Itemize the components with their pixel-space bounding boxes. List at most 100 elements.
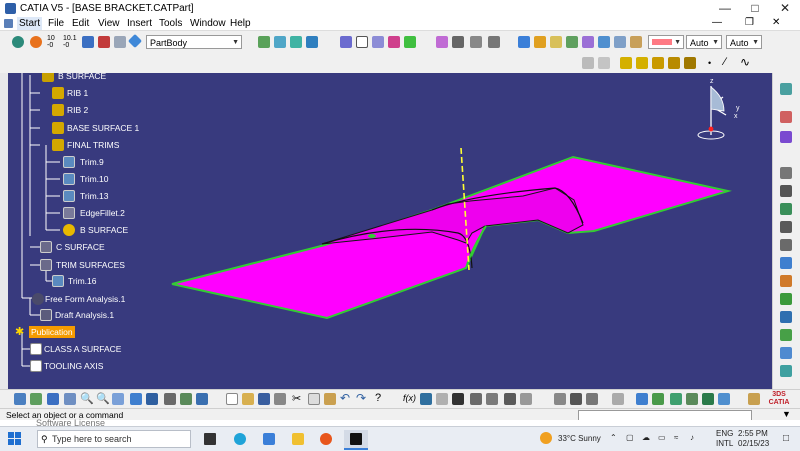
- paste-icon[interactable]: [324, 393, 336, 405]
- tree-item-final-trims[interactable]: FINAL TRIMS: [67, 140, 119, 150]
- wifi-icon[interactable]: ≈: [674, 433, 678, 442]
- draft-tool-icon[interactable]: [780, 329, 792, 341]
- menu-start[interactable]: Start: [17, 17, 43, 30]
- point-marker-icon[interactable]: •: [708, 58, 711, 68]
- wireframe-icon[interactable]: [12, 36, 24, 48]
- scan-icon[interactable]: [554, 393, 566, 405]
- maximize-button[interactable]: □: [740, 0, 770, 17]
- help-icon[interactable]: ?: [375, 392, 381, 404]
- render-style-icon[interactable]: [630, 36, 642, 48]
- compass-widget[interactable]: [690, 73, 750, 143]
- catia-taskbar-button[interactable]: [344, 430, 368, 450]
- apply-material-icon[interactable]: [98, 36, 110, 48]
- body-selector[interactable]: PartBody ▼: [146, 35, 242, 49]
- color-selector[interactable]: ▼: [648, 35, 684, 49]
- tree-item-trim-13[interactable]: Trim.13: [80, 191, 109, 201]
- knowledge-advisor-icon[interactable]: [686, 393, 698, 405]
- tree-item-trim-9[interactable]: Trim.9: [80, 157, 104, 167]
- curve-icon[interactable]: ∿: [740, 55, 750, 69]
- rotate-icon[interactable]: [64, 393, 76, 405]
- formula-icon[interactable]: [652, 57, 664, 69]
- volume-icon[interactable]: ♪: [690, 433, 694, 442]
- firefox-icon[interactable]: [320, 433, 332, 445]
- rule-icon[interactable]: [668, 57, 680, 69]
- menu-window[interactable]: Window: [188, 17, 228, 30]
- tree-item-b-surface[interactable]: B SURFACE: [58, 73, 106, 81]
- menu-insert[interactable]: Insert: [125, 17, 154, 30]
- sketch-icon[interactable]: [780, 111, 792, 123]
- tag-icon[interactable]: [114, 36, 126, 48]
- command-dropdown-icon[interactable]: ▼: [782, 409, 791, 419]
- blend-icon[interactable]: [780, 347, 792, 359]
- view-mode-icon[interactable]: [146, 393, 158, 405]
- formula-fx-icon[interactable]: f(x): [403, 393, 416, 403]
- hide-icon[interactable]: [164, 393, 176, 405]
- reactions-icon[interactable]: [702, 393, 714, 405]
- instantiate-icon[interactable]: [636, 393, 648, 405]
- measure-item-icon[interactable]: [520, 393, 532, 405]
- redo-icon[interactable]: ↷: [356, 391, 366, 405]
- copy-icon[interactable]: [780, 239, 792, 251]
- previous-icon[interactable]: [586, 393, 598, 405]
- tree-item-free-form-analysis-1[interactable]: Free Form Analysis.1: [45, 294, 125, 304]
- doc-restore-button[interactable]: ❐: [745, 17, 754, 28]
- edge-browser-icon[interactable]: [234, 433, 246, 445]
- law-icon[interactable]: [436, 393, 448, 405]
- notification-icon[interactable]: □: [783, 433, 789, 444]
- top-view-icon[interactable]: [550, 36, 562, 48]
- shape-icon[interactable]: [780, 131, 792, 143]
- sweep-icon[interactable]: [290, 36, 302, 48]
- measure-icon[interactable]: [82, 36, 94, 48]
- tree-item-draft-analysis-1[interactable]: Draft Analysis.1: [55, 310, 114, 320]
- trim-icon[interactable]: [470, 36, 482, 48]
- intersect-icon[interactable]: [404, 36, 416, 48]
- menu-help[interactable]: Help: [228, 17, 253, 30]
- workbench-icon[interactable]: [780, 83, 792, 95]
- check-icon[interactable]: [780, 221, 792, 233]
- split-icon[interactable]: [452, 36, 464, 48]
- tolerance-icon[interactable]: 10 -0: [47, 35, 55, 49]
- macro-icon[interactable]: [718, 393, 730, 405]
- tray-chevron-icon[interactable]: ⌃: [610, 433, 617, 442]
- tolerance-alt-icon[interactable]: 10.1 -0: [63, 35, 77, 49]
- offset-icon[interactable]: [274, 36, 286, 48]
- isometric-view-icon[interactable]: [518, 36, 530, 48]
- clock-time[interactable]: 2:55 PM: [738, 429, 768, 438]
- curvature-icon[interactable]: [780, 293, 792, 305]
- fillet-tool-icon[interactable]: [780, 365, 792, 377]
- clock-date[interactable]: 02/15/23: [738, 439, 769, 448]
- open-icon[interactable]: [242, 393, 254, 405]
- visible-space-icon[interactable]: [196, 393, 208, 405]
- extrude-icon[interactable]: [258, 36, 270, 48]
- tree-item-tooling-axis[interactable]: TOOLING AXIS: [44, 361, 103, 371]
- tree-item-trim-10[interactable]: Trim.10: [80, 174, 109, 184]
- store-icon[interactable]: [263, 433, 275, 445]
- tree-item-rib-1[interactable]: RIB 1: [67, 88, 88, 98]
- tree-item-class-a-surface[interactable]: CLASS A SURFACE: [44, 344, 121, 354]
- edges-icon[interactable]: [582, 36, 594, 48]
- swap-space-icon[interactable]: [614, 36, 626, 48]
- measure-between-icon[interactable]: [504, 393, 516, 405]
- fill-icon[interactable]: [306, 36, 318, 48]
- tree-item-publication[interactable]: Publication: [29, 326, 75, 338]
- power-copy-icon[interactable]: [652, 393, 664, 405]
- menu-view[interactable]: View: [96, 17, 122, 30]
- windows-start-icon[interactable]: [8, 432, 22, 446]
- table-icon[interactable]: [452, 393, 464, 405]
- doc-minimize-button[interactable]: —: [712, 17, 722, 28]
- menu-file[interactable]: File: [46, 17, 66, 30]
- boundary-icon[interactable]: [488, 36, 500, 48]
- language-top[interactable]: ENG: [716, 429, 733, 438]
- zoom-in-icon[interactable]: 🔍: [80, 392, 94, 405]
- close-button[interactable]: ✕: [770, 0, 800, 17]
- swap-icon[interactable]: [180, 393, 192, 405]
- save-icon[interactable]: [258, 393, 270, 405]
- keyboard-icon[interactable]: [612, 393, 624, 405]
- menu-edit[interactable]: Edit: [70, 17, 91, 30]
- network-icon[interactable]: ▢: [626, 433, 634, 442]
- task-view-icon[interactable]: [204, 433, 216, 445]
- new-icon[interactable]: [226, 393, 238, 405]
- tree-item-trim-16[interactable]: Trim.16: [68, 276, 97, 286]
- doc-close-button[interactable]: ✕: [772, 17, 780, 28]
- hide-show-icon[interactable]: [598, 36, 610, 48]
